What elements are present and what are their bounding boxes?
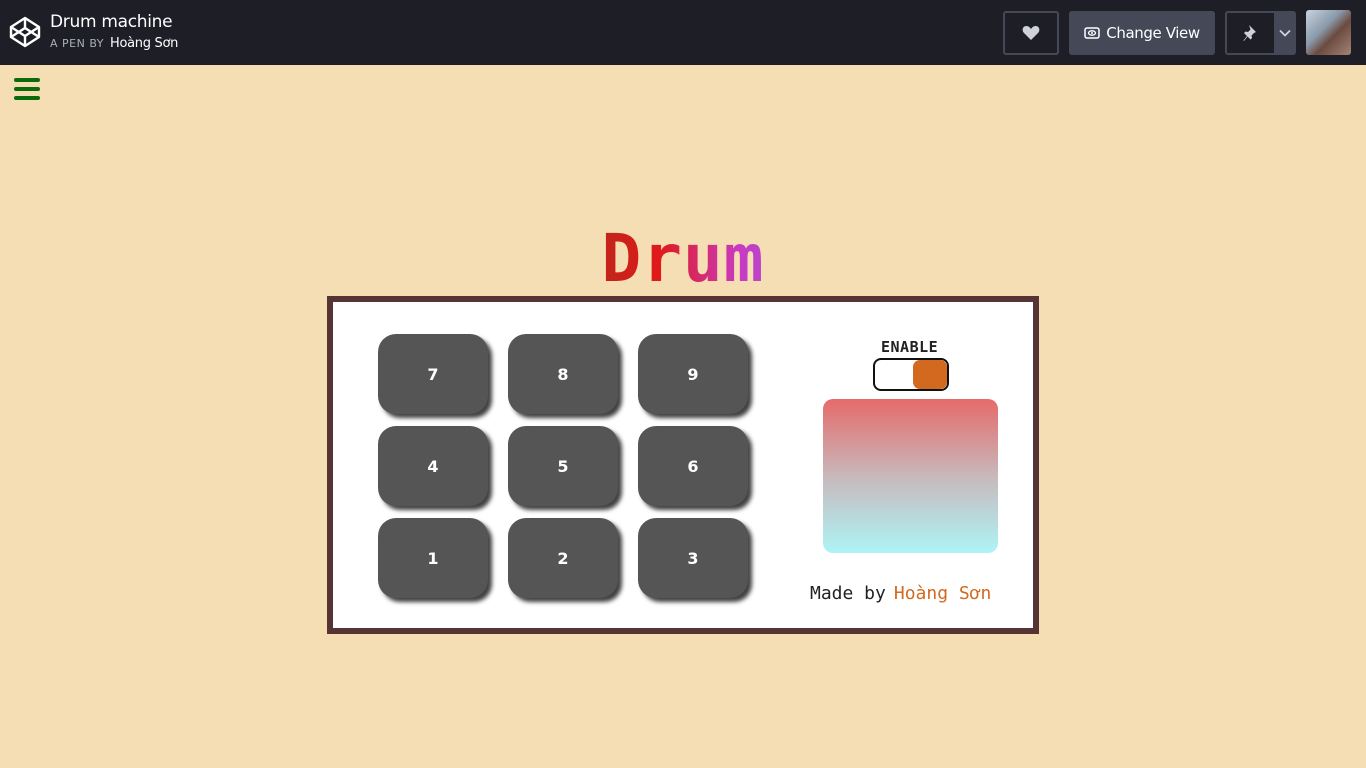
drum-pad-8[interactable]: 8 [508, 334, 618, 414]
drum-pad-6[interactable]: 6 [638, 426, 748, 506]
drum-pad-1[interactable]: 1 [378, 518, 488, 598]
enable-label: ENABLE [881, 338, 939, 356]
toggle-knob [913, 360, 947, 389]
heart-button[interactable] [1003, 11, 1059, 55]
pin-dropdown-button[interactable] [1274, 11, 1296, 55]
drum-pad-9[interactable]: 9 [638, 334, 748, 414]
pen-author-link[interactable]: Hoàng Sơn [110, 36, 178, 51]
drum-pad-5[interactable]: 5 [508, 426, 618, 506]
hamburger-menu-icon[interactable] [14, 78, 40, 100]
sound-display [823, 399, 998, 553]
change-view-button[interactable]: Change View [1069, 11, 1215, 55]
pen-title[interactable]: Drum machine [50, 12, 173, 32]
eye-icon [1084, 27, 1101, 39]
credit-prefix: Made by [810, 583, 886, 604]
credit-line: Made by Hoàng Sơn [810, 583, 991, 604]
pen-byline: A PEN BY Hoàng Sơn [50, 36, 178, 51]
heart-icon [1022, 26, 1040, 40]
drum-pad-3[interactable]: 3 [638, 518, 748, 598]
byline-prefix: A PEN BY [50, 37, 104, 50]
codepen-logo-icon[interactable] [9, 16, 41, 48]
pin-button[interactable] [1225, 11, 1276, 55]
user-avatar[interactable] [1306, 10, 1351, 55]
credit-author-link[interactable]: Hoàng Sơn [894, 583, 992, 604]
drum-pad-grid: 7 8 9 4 5 6 1 2 3 [378, 334, 768, 604]
drum-machine: 7 8 9 4 5 6 1 2 3 ENABLE Made by Hoàng Sơ… [327, 296, 1039, 634]
drum-pad-4[interactable]: 4 [378, 426, 488, 506]
pin-icon [1243, 25, 1256, 41]
codepen-header: Drum machine A PEN BY Hoàng Sơn Change V… [0, 0, 1366, 65]
drum-pad-7[interactable]: 7 [378, 334, 488, 414]
chevron-down-icon [1279, 29, 1291, 37]
change-view-label: Change View [1106, 24, 1200, 42]
enable-toggle[interactable] [873, 358, 949, 391]
drum-pad-2[interactable]: 2 [508, 518, 618, 598]
